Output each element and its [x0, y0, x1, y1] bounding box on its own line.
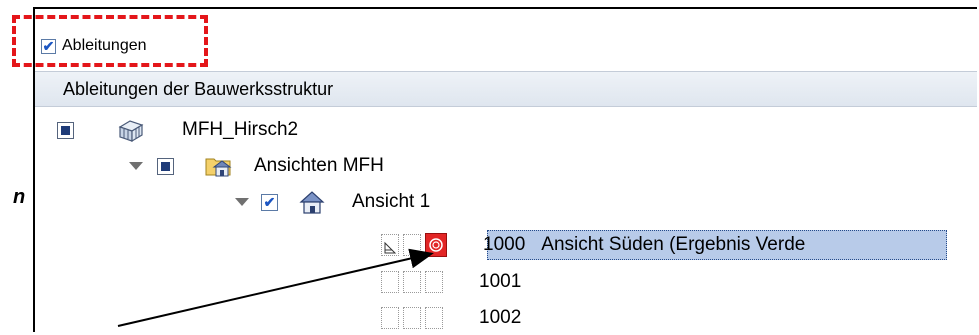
pointer-arrow	[117, 248, 434, 327]
